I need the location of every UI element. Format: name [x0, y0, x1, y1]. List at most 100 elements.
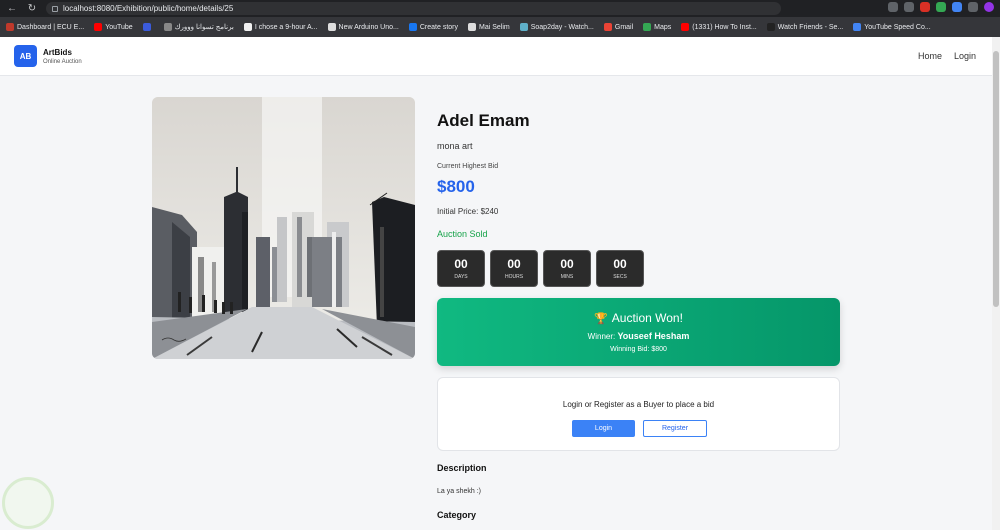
bookmark-favicon-icon: [681, 23, 690, 31]
site-info-icon[interactable]: [52, 5, 58, 12]
countdown-value: 00: [507, 256, 521, 271]
winner-line: Winner: Youseef Hesham: [437, 331, 840, 341]
bookmark-label: YouTube: [105, 23, 133, 31]
countdown-hours: 00 HOURS: [490, 250, 538, 287]
address-bar-url: localhost:8080/Exhibition/public/home/de…: [63, 4, 234, 13]
auction-won-title: Auction Won!: [611, 311, 683, 325]
bookmark-item[interactable]: Watch Friends - Se...: [766, 23, 844, 31]
bookmark-label: Dashboard | ECU E...: [17, 23, 85, 31]
bookmark-favicon-icon: [327, 23, 336, 31]
extension-icon[interactable]: [920, 2, 930, 12]
countdown-unit: SECS: [613, 273, 627, 280]
highest-bid-value: $800: [437, 177, 475, 196]
bookmark-label: I chose a 9-hour A...: [254, 23, 318, 31]
bookmark-label: Mai Selim: [478, 23, 510, 31]
initial-price: Initial Price: $240: [437, 207, 499, 216]
bookmark-label: Soap2day - Watch...: [530, 23, 594, 31]
profile-avatar[interactable]: [984, 2, 994, 12]
artist-name: Adel Emam: [437, 111, 530, 130]
bookmark-favicon-icon: [467, 23, 476, 31]
auth-message: Login or Register as a Buyer to place a …: [562, 400, 715, 409]
star-icon[interactable]: [904, 2, 914, 12]
bookmark-favicon-icon: [519, 23, 528, 31]
bookmark-favicon-icon: [603, 23, 612, 31]
bookmark-label: برنامج تسوانا ووورك: [174, 24, 234, 31]
bookmark-label: (1331) How To Inst...: [692, 23, 757, 31]
address-bar[interactable]: localhost:8080/Exhibition/public/home/de…: [46, 2, 781, 15]
countdown-timer: 00 DAYS 00 HOURS 00 MINS 00 SECS: [437, 250, 644, 287]
bookmark-favicon-icon: [142, 23, 151, 31]
countdown-value: 00: [613, 256, 627, 271]
translate-icon[interactable]: [888, 2, 898, 12]
countdown-secs: 00 SECS: [596, 250, 644, 287]
bookmark-item[interactable]: (1331) How To Inst...: [681, 23, 757, 31]
countdown-unit: HOURS: [504, 273, 524, 280]
bookmark-item[interactable]: [142, 23, 154, 31]
category-heading: Category: [437, 510, 477, 520]
artwork-title: mona art: [437, 141, 473, 151]
reload-icon[interactable]: ↻: [26, 3, 38, 14]
watermark-logo: [2, 477, 54, 529]
auction-won-banner: 🏆 Auction Won! Winner: Youseef Hesham Wi…: [437, 298, 840, 366]
countdown-unit: DAYS: [454, 273, 468, 280]
bookmark-item[interactable]: I chose a 9-hour A...: [243, 23, 318, 31]
bookmark-item[interactable]: YouTube: [94, 23, 133, 31]
bookmark-favicon-icon: [6, 23, 14, 31]
extension-icon[interactable]: [952, 2, 962, 12]
logo[interactable]: AB: [14, 45, 37, 67]
bookmark-item[interactable]: YouTube Speed Co...: [853, 23, 931, 31]
page-scrollbar[interactable]: [992, 37, 1000, 530]
bookmark-item[interactable]: Dashboard | ECU E...: [6, 23, 84, 31]
login-button[interactable]: Login: [572, 420, 635, 437]
bookmarks-bar: Dashboard | ECU E... YouTube برنامج تسوانا…: [0, 17, 1000, 37]
app-header: AB ArtBids Online Auction Home Login: [0, 37, 992, 76]
bid-auth-card: Login or Register as a Buyer to place a …: [437, 377, 840, 451]
bookmark-item[interactable]: Soap2day - Watch...: [519, 23, 594, 31]
bookmark-item[interactable]: New Arduino Uno...: [327, 23, 399, 31]
bookmark-favicon-icon: [853, 23, 862, 31]
bookmark-item[interactable]: Gmail: [603, 23, 634, 31]
bookmark-label: Maps: [654, 23, 672, 31]
scrollbar-thumb[interactable]: [993, 51, 999, 307]
countdown-days: 00 DAYS: [437, 250, 485, 287]
bookmark-item[interactable]: Create story: [408, 23, 458, 31]
winner-name: Youseef Hesham: [617, 331, 690, 341]
bookmark-favicon-icon: [408, 23, 417, 31]
register-button[interactable]: Register: [643, 420, 707, 437]
nav-login-link[interactable]: Login: [954, 51, 976, 61]
countdown-value: 00: [560, 256, 574, 271]
highest-bid-label: Current Highest Bid: [437, 163, 499, 170]
bookmark-label: YouTube Speed Co...: [864, 23, 931, 31]
countdown-value: 00: [454, 256, 468, 271]
bookmark-favicon-icon: [643, 23, 652, 31]
countdown-mins: 00 MINS: [543, 250, 591, 287]
winning-bid: Winning Bid: $800: [610, 346, 667, 353]
back-icon[interactable]: ←: [6, 3, 18, 14]
bookmark-item[interactable]: Mai Selim: [467, 23, 510, 31]
auction-status: Auction Sold: [437, 229, 488, 239]
nav-home-link[interactable]: Home: [918, 51, 942, 61]
bookmark-favicon-icon: [243, 23, 252, 31]
winner-label: Winner:: [587, 332, 616, 341]
trophy-icon: 🏆: [594, 312, 608, 325]
top-nav: Home Login: [918, 51, 976, 61]
brand-tagline: Online Auction: [43, 59, 82, 65]
bookmark-item[interactable]: Maps: [643, 23, 671, 31]
bookmark-favicon-icon: [163, 23, 172, 31]
bookmark-label: New Arduino Uno...: [338, 23, 399, 31]
bookmark-label: Watch Friends - Se...: [777, 23, 844, 31]
extensions-area: [888, 2, 994, 12]
bookmark-label: Create story: [419, 23, 458, 31]
artwork-image: [152, 97, 415, 359]
countdown-unit: MINS: [560, 273, 574, 280]
description-heading: Description: [437, 463, 487, 473]
brand-name[interactable]: ArtBids: [43, 48, 72, 57]
bookmark-favicon-icon: [766, 23, 775, 31]
puzzle-icon[interactable]: [968, 2, 978, 12]
bookmark-item[interactable]: برنامج تسوانا ووورك: [163, 23, 234, 31]
bookmark-favicon-icon: [94, 23, 103, 31]
extension-icon[interactable]: [936, 2, 946, 12]
bookmark-label: Gmail: [614, 23, 634, 31]
description-text: La ya shekh :): [437, 488, 481, 495]
auction-won-heading: 🏆 Auction Won!: [437, 311, 840, 325]
